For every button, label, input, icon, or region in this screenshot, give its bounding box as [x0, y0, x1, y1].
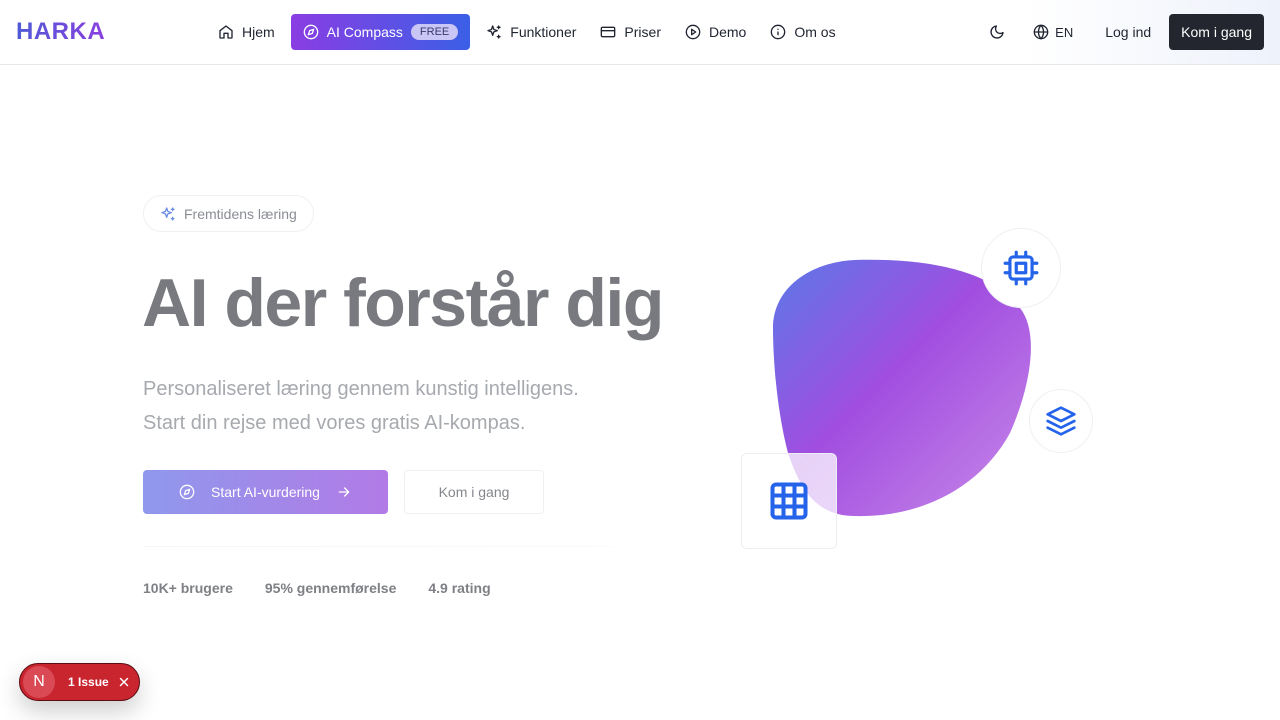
cpu-icon-circle — [981, 228, 1061, 308]
button-label: Start AI-vurdering — [211, 484, 320, 500]
stat-users: 10K+ brugere — [143, 580, 233, 596]
get-started-button[interactable]: Kom i gang — [1169, 14, 1264, 50]
language-switcher[interactable]: EN — [1025, 14, 1081, 50]
nav-link-label: Om os — [794, 24, 836, 40]
nav-link-label: Demo — [708, 24, 747, 40]
hero-badge-label: Fremtidens læring — [184, 205, 297, 222]
close-icon[interactable] — [117, 675, 131, 689]
next-logo-icon: N — [23, 666, 55, 698]
compass-icon — [303, 24, 319, 40]
nav-link-hjem[interactable]: Hjem — [206, 14, 287, 50]
nav-link-demo[interactable]: Demo — [673, 14, 758, 50]
top-navigation: HARKA Hjem AI Compass FREE Funktioner Pr… — [0, 0, 1280, 65]
issues-count-label: 1 Issue — [68, 675, 109, 689]
start-ai-assessment-button[interactable]: Start AI-vurdering — [143, 470, 388, 514]
nav-actions: EN Log ind Kom i gang — [979, 14, 1264, 50]
moon-icon — [990, 25, 1004, 39]
nav-link-priser[interactable]: Priser — [588, 14, 673, 50]
arrow-right-icon — [338, 487, 350, 497]
nav-links: Hjem AI Compass FREE Funktioner Priser D… — [206, 14, 848, 50]
credit-card-icon — [601, 26, 616, 38]
hero-subtitle: Personaliseret læring gennem kunstig int… — [143, 372, 623, 440]
hero-badge: Fremtidens læring — [143, 195, 314, 232]
dev-issues-overlay[interactable]: N 1 Issue — [19, 663, 140, 701]
stat-rating: 4.9 rating — [428, 580, 491, 596]
nav-link-label: AI Compass — [326, 24, 403, 40]
divider — [143, 546, 613, 547]
get-started-secondary-button[interactable]: Kom i gang — [404, 470, 544, 514]
language-label: EN — [1055, 24, 1074, 40]
cpu-icon — [1003, 250, 1039, 286]
login-button[interactable]: Log ind — [1095, 14, 1161, 50]
play-circle-icon — [685, 24, 701, 40]
grid-icon-card — [741, 453, 837, 549]
nav-link-funktioner[interactable]: Funktioner — [474, 14, 588, 50]
hero-title: AI der forstår dig — [142, 265, 664, 341]
compass-icon — [179, 484, 195, 500]
hero-stats: 10K+ brugere 95% gennemførelse 4.9 ratin… — [143, 580, 523, 596]
grid-icon — [770, 482, 808, 520]
harka-logo[interactable]: HARKA — [16, 18, 105, 46]
nav-link-label: Priser — [624, 24, 661, 40]
nav-link-om-os[interactable]: Om os — [758, 14, 847, 50]
layers-icon — [1046, 406, 1076, 436]
hero-subtitle-line: Start din rejse med vores gratis AI-komp… — [143, 412, 526, 434]
nav-link-label: Funktioner — [510, 24, 577, 40]
hero-subtitle-line: Personaliseret læring gennem kunstig int… — [143, 378, 579, 400]
nav-link-ai-compass[interactable]: AI Compass FREE — [290, 14, 471, 50]
globe-icon — [1033, 24, 1049, 40]
dark-mode-toggle[interactable] — [979, 14, 1015, 50]
sparkles-icon — [161, 206, 175, 221]
layers-icon-circle — [1029, 389, 1093, 453]
sparkles-icon — [487, 25, 501, 39]
nav-link-label: Hjem — [242, 24, 275, 40]
free-badge: FREE — [410, 24, 459, 40]
home-icon — [219, 25, 233, 39]
stat-completion: 95% gennemførelse — [264, 580, 397, 596]
info-icon — [771, 24, 786, 40]
